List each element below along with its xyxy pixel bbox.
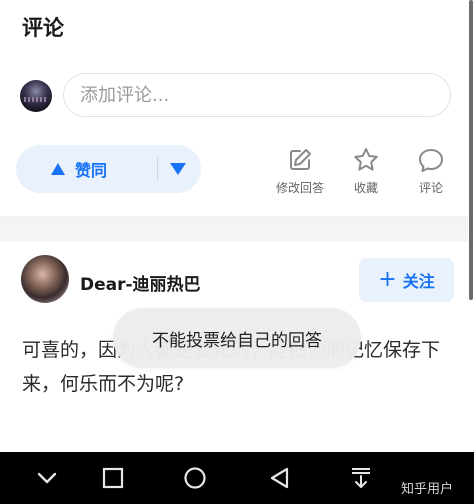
comment-bubble-icon [419, 149, 443, 172]
favorite-label: 收藏 [353, 181, 378, 195]
comments-title: 评论 [22, 16, 64, 40]
downvote-button[interactable] [160, 145, 201, 193]
edit-answer-button[interactable]: 修改回答 [272, 146, 328, 196]
plus-icon: + [378, 267, 397, 292]
vote-group: 赞同 [16, 145, 201, 193]
back-triangle-icon[interactable] [267, 466, 293, 490]
zhihu-watermark: 知乎用户 [401, 482, 454, 497]
author-name[interactable]: Dear-迪丽热巴 [80, 270, 201, 295]
comment-input[interactable] [63, 73, 451, 117]
pull-down-icon[interactable] [348, 466, 374, 490]
star-icon [354, 148, 378, 171]
follow-button[interactable]: + 关注 [359, 258, 454, 302]
upvote-label: 赞同 [74, 161, 107, 180]
chevron-down-icon[interactable] [34, 466, 60, 490]
upvote-button[interactable]: 赞同 [16, 145, 142, 193]
comment-label: 评论 [418, 181, 443, 195]
follow-label: 关注 [402, 272, 435, 291]
favorite-button[interactable]: 收藏 [348, 146, 384, 196]
upvote-arrow-icon [50, 163, 65, 175]
comment-button[interactable]: 评论 [413, 146, 449, 196]
toast-message: 不能投票给自己的回答 [113, 308, 361, 368]
author-avatar[interactable] [21, 255, 69, 303]
recent-apps-icon[interactable] [100, 466, 126, 490]
downvote-arrow-icon [169, 163, 186, 175]
edit-icon [290, 149, 311, 170]
vote-divider [157, 157, 158, 181]
scrollbar[interactable] [469, 0, 473, 300]
section-divider [0, 216, 468, 242]
edit-answer-label: 修改回答 [275, 181, 324, 195]
user-avatar [20, 80, 52, 112]
home-circle-icon[interactable] [182, 466, 208, 490]
